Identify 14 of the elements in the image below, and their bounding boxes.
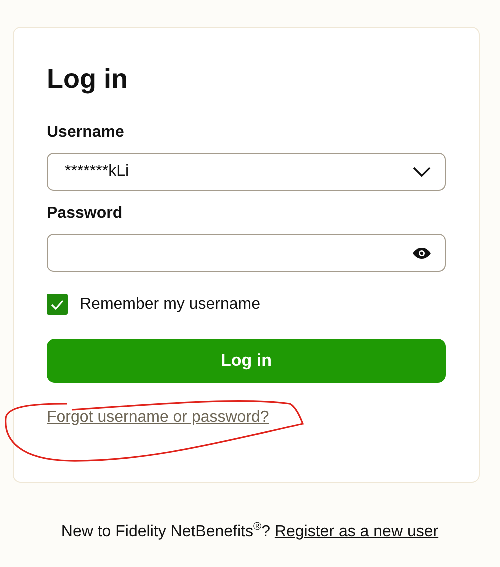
signup-prompt: New to Fidelity NetBenefits$^{®}$? Register as a new user — [60, 521, 440, 542]
remember-label: Remember my username — [80, 296, 260, 314]
password-field[interactable] — [47, 234, 446, 272]
checkmark-icon — [51, 300, 64, 310]
login-button[interactable]: Log in — [47, 339, 446, 383]
page-title: Log in — [47, 63, 129, 96]
register-link[interactable]: Register as a new user — [274, 523, 439, 540]
password-label: Password — [47, 204, 124, 224]
username-field[interactable]: *******kLi — [47, 153, 446, 191]
forgot-link[interactable]: Forgot username or password? — [47, 409, 270, 427]
eye-icon[interactable] — [413, 248, 431, 258]
username-label: Username — [47, 123, 126, 143]
chevron-down-icon[interactable] — [413, 166, 431, 178]
remember-checkbox[interactable] — [47, 294, 68, 315]
